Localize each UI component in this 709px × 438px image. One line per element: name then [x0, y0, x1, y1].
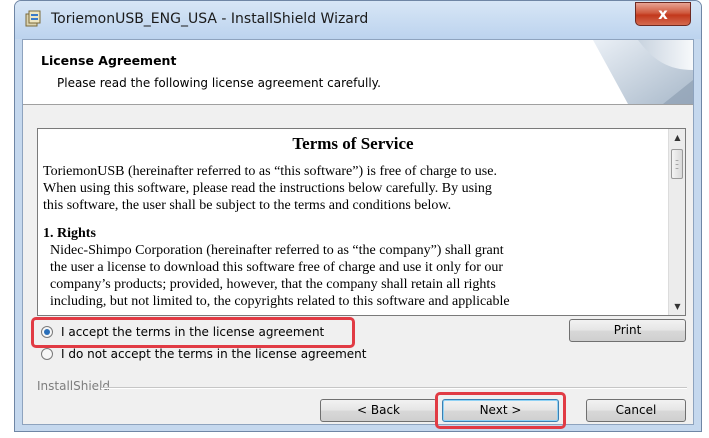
scroll-thumb[interactable]: – – – — [671, 149, 683, 179]
license-line: When using this software, please read th… — [43, 181, 492, 196]
installer-icon — [25, 10, 41, 27]
installshield-brand: InstallShield — [37, 379, 111, 393]
terms-heading: Terms of Service — [292, 134, 414, 153]
dialog-body: License Agreement Please read the follow… — [22, 39, 694, 429]
decline-radio-button[interactable] — [41, 348, 53, 360]
license-line: this software, the user shall be subject… — [43, 198, 452, 213]
close-icon: x — [658, 5, 668, 23]
header-subtitle: Please read the following license agreem… — [57, 76, 381, 90]
scroll-up-arrow-icon[interactable]: ▲ — [669, 129, 685, 146]
footer-divider — [101, 387, 687, 389]
license-line: including, but not limited to, the copyr… — [50, 294, 510, 309]
cancel-button[interactable]: Cancel — [586, 399, 686, 422]
license-text: Terms of Service ToriemonUSB (hereinafte… — [38, 129, 668, 315]
accept-radio-button[interactable] — [41, 326, 53, 338]
back-button[interactable]: < Back — [320, 399, 437, 422]
header-title: License Agreement — [41, 53, 177, 68]
license-line: company’s products; provided, however, t… — [50, 277, 496, 292]
print-button[interactable]: Print — [569, 319, 686, 342]
title-bar[interactable]: ToriemonUSB_ENG_USA - InstallShield Wiza… — [15, 1, 701, 39]
installer-window: ToriemonUSB_ENG_USA - InstallShield Wiza… — [14, 0, 702, 432]
vertical-scrollbar[interactable]: ▲ – – – ▼ — [668, 129, 685, 315]
license-line: ToriemonUSB (hereinafter referred to as … — [43, 164, 497, 179]
page-curl-graphic — [593, 40, 693, 104]
grip-icon: – – – — [675, 156, 679, 172]
close-button[interactable]: x — [635, 2, 691, 26]
next-button[interactable]: Next > — [442, 399, 559, 422]
scroll-down-arrow-icon[interactable]: ▼ — [669, 298, 685, 315]
screenshot: ToriemonUSB_ENG_USA - InstallShield Wiza… — [0, 0, 709, 438]
section-title: 1. Rights — [43, 226, 96, 241]
license-line: the user a license to download this soft… — [50, 260, 504, 275]
license-line: Nidec-Shimpo Corporation (hereinafter re… — [50, 243, 504, 258]
decline-label[interactable]: I do not accept the terms in the license… — [61, 347, 367, 361]
license-text-box[interactable]: Terms of Service ToriemonUSB (hereinafte… — [37, 128, 686, 316]
dialog-header: License Agreement Please read the follow… — [23, 40, 693, 105]
accept-label[interactable]: I accept the terms in the license agreem… — [61, 325, 324, 339]
window-title: ToriemonUSB_ENG_USA - InstallShield Wiza… — [51, 11, 369, 27]
